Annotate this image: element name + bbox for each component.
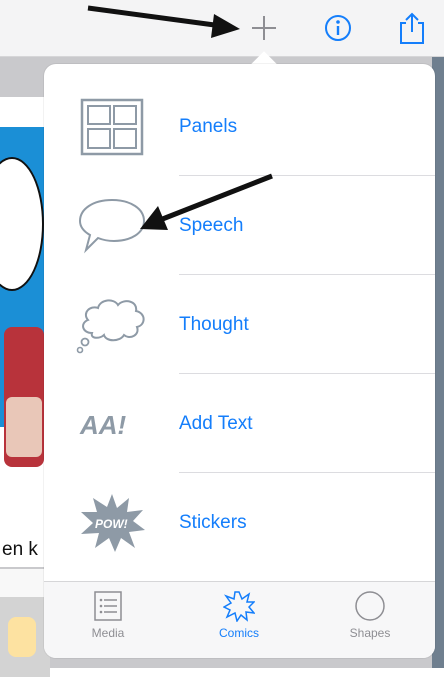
comic-panel[interactable] xyxy=(0,597,50,677)
info-icon xyxy=(325,15,351,41)
share-button[interactable] xyxy=(392,8,432,48)
menu-item-label: Stickers xyxy=(179,511,247,533)
tab-label: Media xyxy=(91,626,125,640)
menu-item-label: Thought xyxy=(179,313,249,335)
menu-item-stickers[interactable]: POW! Stickers xyxy=(44,473,435,572)
caption-text: en k xyxy=(2,539,38,560)
menu-item-add-text[interactable]: AA! Add Text xyxy=(44,374,435,473)
panels-grid-icon xyxy=(74,92,150,162)
media-list-icon xyxy=(94,591,122,621)
lego-figure xyxy=(8,617,36,657)
tab-label: Comics xyxy=(218,626,259,640)
tab-media[interactable]: Media xyxy=(58,582,158,658)
plus-icon xyxy=(252,16,276,40)
menu-item-speech[interactable]: Speech xyxy=(44,176,435,275)
tab-label: Shapes xyxy=(349,626,391,640)
add-text-icon: AA! xyxy=(74,389,150,459)
pow-sticker-icon: POW! xyxy=(74,488,150,558)
menu-item-thought[interactable]: Thought xyxy=(44,275,435,374)
popover-tab-bar: Media Comics Shapes xyxy=(44,581,435,658)
tab-shapes[interactable]: Shapes xyxy=(320,582,420,658)
svg-text:POW!: POW! xyxy=(95,517,128,531)
speech-bubble-icon xyxy=(74,191,150,261)
info-button[interactable] xyxy=(318,8,358,48)
menu-item-label: Panels xyxy=(179,115,238,137)
comics-burst-icon xyxy=(223,591,255,622)
share-icon xyxy=(400,12,424,44)
add-button[interactable] xyxy=(244,8,284,48)
top-toolbar xyxy=(0,0,444,57)
menu-item-label: Speech xyxy=(179,214,244,236)
tab-comics[interactable]: Comics xyxy=(189,582,289,658)
menu-item-label: Add Text xyxy=(179,412,253,434)
insert-popover: Panels Speech Thought AA! Add Text POW! … xyxy=(44,64,435,658)
menu-item-panels[interactable]: Panels xyxy=(44,77,435,176)
thought-bubble-icon xyxy=(74,290,150,360)
circle-shape-icon xyxy=(355,591,385,621)
svg-text:AA!: AA! xyxy=(79,410,127,440)
